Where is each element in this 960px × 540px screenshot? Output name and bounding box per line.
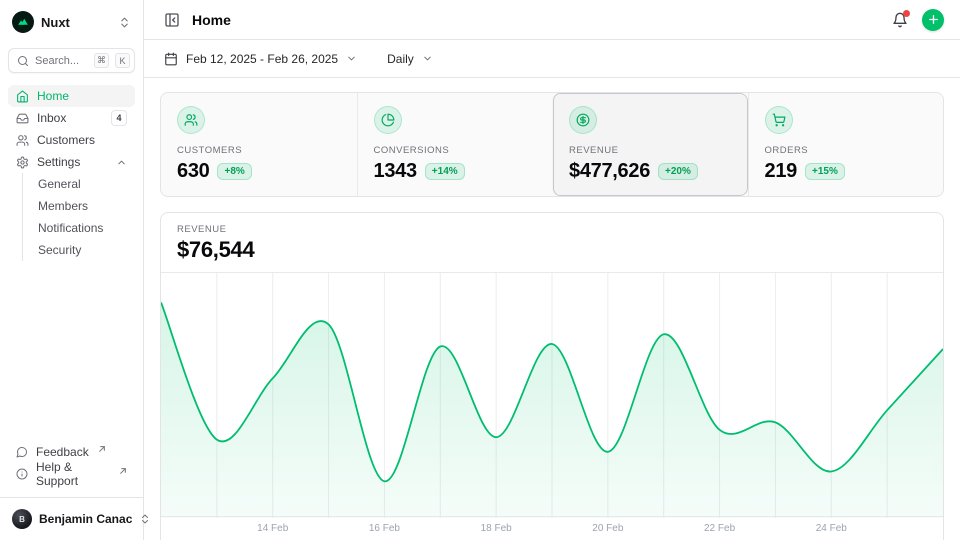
sidebar-item-label: Home	[37, 89, 69, 103]
x-axis-tick: 16 Feb	[369, 523, 400, 534]
gear-icon	[16, 156, 29, 169]
search-input[interactable]: Search... ⌘ K	[8, 48, 135, 73]
inbox-count-badge: 4	[111, 110, 127, 126]
sidebar-item-home[interactable]: Home	[8, 85, 135, 107]
date-range-picker[interactable]: Feb 12, 2025 - Feb 26, 2025	[164, 52, 357, 66]
sidebar-item-members[interactable]: Members	[34, 195, 135, 217]
search-icon	[17, 55, 29, 67]
sidebar-item-customers[interactable]: Customers	[8, 129, 135, 151]
calendar-icon	[164, 52, 178, 66]
chevron-updown-icon	[118, 16, 131, 29]
x-axis-tick: 14 Feb	[257, 523, 288, 534]
users-icon	[177, 106, 205, 134]
add-button[interactable]	[922, 9, 944, 31]
external-link-icon	[98, 445, 106, 453]
settings-sub-list: General Members Notifications Security	[22, 173, 135, 261]
sidebar-item-label: Settings	[37, 155, 80, 169]
pie-chart-icon	[374, 106, 402, 134]
users-icon	[16, 134, 29, 147]
page-content: CUSTOMERS 630 +8% CONVERSIONS 1343 +14%	[144, 78, 960, 540]
avatar: B	[12, 509, 32, 529]
delta-badge: +8%	[217, 163, 251, 180]
sidebar-footer: Feedback Help & Support	[8, 441, 135, 489]
sidebar-item-label: Customers	[37, 133, 95, 147]
sub-item-label: Notifications	[38, 221, 103, 235]
external-link-icon	[119, 467, 127, 475]
revenue-area-chart	[161, 273, 943, 518]
x-axis-tick: 22 Feb	[704, 523, 735, 534]
info-circle-icon	[16, 468, 28, 480]
page-header: Home	[144, 0, 960, 40]
search-placeholder: Search...	[35, 55, 88, 67]
stat-label: ORDERS	[765, 145, 928, 156]
stat-label: CONVERSIONS	[374, 145, 537, 156]
sidebar-nav: Home Inbox 4 Customers Settings	[8, 85, 135, 261]
sidebar-item-settings[interactable]: Settings	[8, 151, 135, 173]
filters-toolbar: Feb 12, 2025 - Feb 26, 2025 Daily	[144, 40, 960, 78]
sidebar-collapse-button[interactable]	[164, 12, 180, 28]
chevron-down-icon	[346, 53, 357, 64]
help-support-link[interactable]: Help & Support	[8, 463, 135, 485]
sidebar-item-security[interactable]: Security	[34, 239, 135, 261]
stat-card-revenue[interactable]: REVENUE $477,626 +20%	[552, 93, 748, 196]
x-axis-tick: 18 Feb	[481, 523, 512, 534]
nuxt-logo-icon	[12, 11, 34, 33]
x-axis-tick: 24 Feb	[816, 523, 847, 534]
stat-card-conversions[interactable]: CONVERSIONS 1343 +14%	[357, 93, 553, 196]
chevron-up-icon	[116, 157, 127, 168]
stat-label: REVENUE	[569, 145, 732, 156]
main-area: Home Feb 12, 2025 - Feb 26, 2025 Daily	[144, 0, 960, 540]
team-switcher[interactable]: Nuxt	[8, 10, 135, 34]
cart-icon	[765, 106, 793, 134]
speech-bubble-icon	[16, 446, 28, 458]
user-menu[interactable]: B Benjamin Canac	[8, 506, 135, 532]
sidebar: Nuxt Search... ⌘ K Home Inbox 4	[0, 0, 144, 540]
delta-badge: +15%	[805, 163, 845, 180]
stat-card-customers[interactable]: CUSTOMERS 630 +8%	[161, 93, 357, 196]
chart-header: REVENUE $76,544	[161, 213, 943, 272]
user-name: Benjamin Canac	[39, 512, 132, 526]
sub-item-label: General	[38, 177, 81, 191]
stats-grid: CUSTOMERS 630 +8% CONVERSIONS 1343 +14%	[160, 92, 944, 197]
sub-item-label: Members	[38, 199, 88, 213]
sidebar-item-general[interactable]: General	[34, 173, 135, 195]
stat-value: 219	[765, 160, 797, 183]
chart-label: REVENUE	[177, 224, 927, 235]
kbd-k: K	[115, 53, 130, 68]
kbd-meta: ⌘	[94, 53, 109, 68]
plus-icon	[927, 13, 940, 26]
team-name: Nuxt	[41, 15, 111, 30]
sidebar-item-label: Inbox	[37, 111, 66, 125]
dollar-circle-icon	[569, 106, 597, 134]
chart-value: $76,544	[177, 237, 927, 263]
sidebar-item-notifications[interactable]: Notifications	[34, 217, 135, 239]
stat-value: $477,626	[569, 160, 650, 183]
notifications-button[interactable]	[892, 12, 908, 28]
delta-badge: +14%	[425, 163, 465, 180]
revenue-chart-card: REVENUE $76,544 14 Feb 16 Feb 18 Feb 20 Feb…	[160, 212, 944, 540]
delta-badge: +20%	[658, 163, 698, 180]
inbox-icon	[16, 112, 29, 125]
chevron-down-icon	[422, 53, 433, 64]
granularity-label: Daily	[387, 52, 414, 66]
stat-value: 1343	[374, 160, 417, 183]
home-icon	[16, 90, 29, 103]
footer-link-label: Feedback	[36, 445, 89, 459]
sub-item-label: Security	[38, 243, 81, 257]
date-range-label: Feb 12, 2025 - Feb 26, 2025	[186, 52, 338, 66]
stat-label: CUSTOMERS	[177, 145, 341, 156]
page-title: Home	[192, 12, 231, 28]
sidebar-item-inbox[interactable]: Inbox 4	[8, 107, 135, 129]
granularity-select[interactable]: Daily	[387, 52, 433, 66]
x-axis-labels: 14 Feb 16 Feb 18 Feb 20 Feb 22 Feb 24 Feb	[161, 517, 943, 540]
chart-plot-area	[161, 272, 943, 517]
x-axis-tick: 20 Feb	[592, 523, 623, 534]
footer-link-label: Help & Support	[36, 460, 110, 488]
stat-card-orders[interactable]: ORDERS 219 +15%	[748, 93, 944, 196]
notification-dot	[903, 10, 910, 17]
divider	[0, 497, 143, 498]
stat-value: 630	[177, 160, 209, 183]
